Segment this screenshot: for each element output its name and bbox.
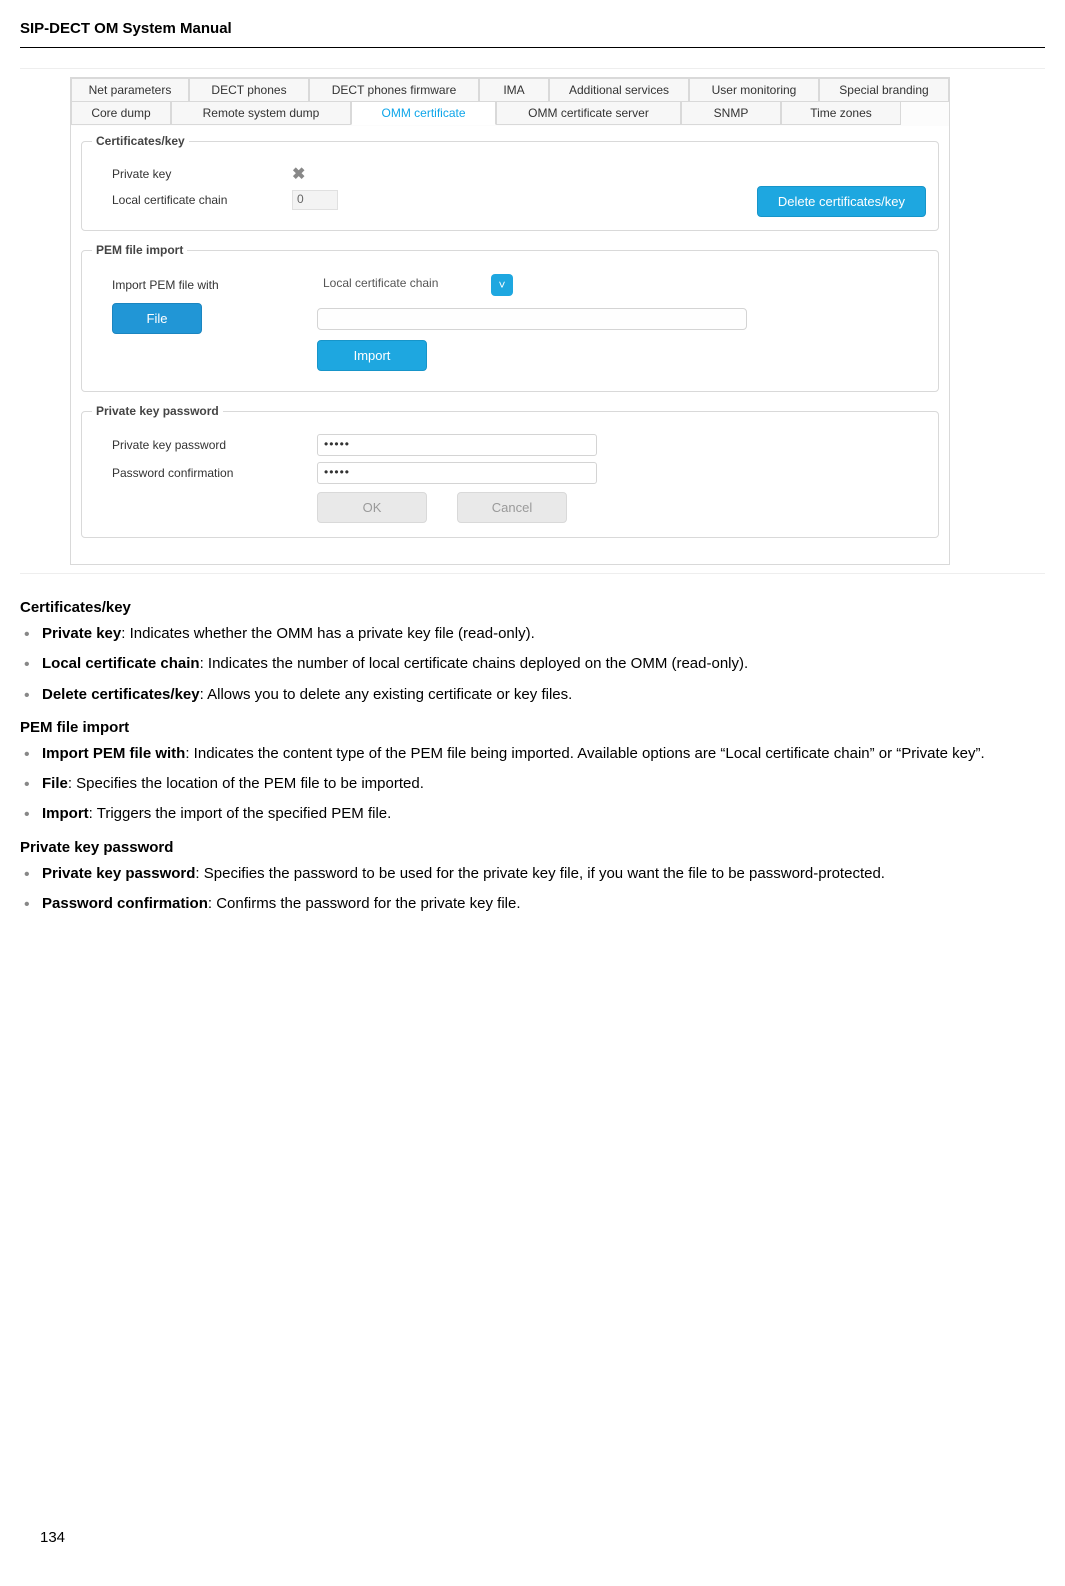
list-item: Import PEM file with: Indicates the cont… [20, 744, 1045, 764]
tab-dect-phones-firmware[interactable]: DECT phones firmware [309, 78, 479, 102]
label-password-confirmation: Password confirmation [92, 466, 317, 480]
list-item: File: Specifies the location of the PEM … [20, 774, 1045, 794]
description: : Specifies the password to be used for … [195, 865, 885, 882]
tab-ima[interactable]: IMA [479, 78, 549, 102]
delete-certificates-key-button[interactable]: Delete certificates/key [757, 186, 926, 217]
local-cert-chain-value: 0 [292, 190, 338, 210]
list-item: Local certificate chain: Indicates the n… [20, 654, 1045, 674]
legend-private-key-password: Private key password [92, 404, 223, 418]
tab-net-parameters[interactable]: Net parameters [71, 78, 189, 102]
password-confirmation-input[interactable]: ••••• [317, 462, 597, 484]
fieldset-certificates-key: Certificates/key Private key ✖ Local cer… [81, 134, 939, 231]
section-heading-private-key-password: Private key password [20, 839, 1045, 856]
section-heading-pem-file-import: PEM file import [20, 719, 1045, 736]
figure-screenshot: Net parametersDECT phonesDECT phones fir… [20, 68, 1045, 574]
description: : Confirms the password for the private … [208, 895, 521, 912]
panel-body: Certificates/key Private key ✖ Local cer… [71, 126, 949, 564]
term: Local certificate chain [42, 655, 200, 672]
tab-user-monitoring[interactable]: User monitoring [689, 78, 819, 102]
description: : Indicates the content type of the PEM … [185, 745, 984, 762]
label-import-pem-with: Import PEM file with [92, 278, 317, 292]
label-local-cert-chain: Local certificate chain [92, 193, 292, 207]
term: Import PEM file with [42, 745, 185, 762]
legend-certificates-key: Certificates/key [92, 134, 189, 148]
chevron-down-icon[interactable]: ˅ [491, 274, 513, 296]
list-pem-file-import: Import PEM file with: Indicates the cont… [20, 744, 1045, 825]
list-item: Private key: Indicates whether the OMM h… [20, 624, 1045, 644]
fieldset-private-key-password: Private key password Private key passwor… [81, 404, 939, 538]
description: : Indicates whether the OMM has a privat… [121, 625, 535, 642]
tab-omm-certificate-server[interactable]: OMM certificate server [496, 101, 681, 125]
tab-row-1: Net parametersDECT phonesDECT phones fir… [71, 78, 949, 102]
section-heading-certificates-key: Certificates/key [20, 599, 1045, 616]
private-key-password-input[interactable]: ••••• [317, 434, 597, 456]
ok-button[interactable]: OK [317, 492, 427, 523]
list-private-key-password: Private key password: Specifies the pass… [20, 864, 1045, 915]
term: Private key [42, 625, 121, 642]
description: : Triggers the import of the specified P… [89, 805, 392, 822]
tab-special-branding[interactable]: Special branding [819, 78, 949, 102]
tab-omm-certificate[interactable]: OMM certificate [351, 101, 496, 125]
tab-additional-services[interactable]: Additional services [549, 78, 689, 102]
label-private-key: Private key [92, 167, 292, 181]
tab-time-zones[interactable]: Time zones [781, 101, 901, 125]
term: Import [42, 805, 89, 822]
tab-snmp[interactable]: SNMP [681, 101, 781, 125]
tab-dect-phones[interactable]: DECT phones [189, 78, 309, 102]
list-item: Delete certificates/key: Allows you to d… [20, 685, 1045, 705]
x-icon: ✖ [292, 164, 305, 184]
tab-row-2: Core dumpRemote system dumpOMM certifica… [71, 101, 949, 125]
import-pem-with-select[interactable]: Local certificate chain ˅ [317, 273, 513, 297]
app-panel: Net parametersDECT phonesDECT phones fir… [70, 77, 950, 565]
description: : Specifies the location of the PEM file… [68, 775, 424, 792]
import-pem-with-value: Local certificate chain [317, 273, 487, 297]
file-path-input[interactable] [317, 308, 747, 330]
list-item: Private key password: Specifies the pass… [20, 864, 1045, 884]
legend-pem-file-import: PEM file import [92, 243, 187, 257]
file-button[interactable]: File [112, 303, 202, 334]
cancel-button[interactable]: Cancel [457, 492, 567, 523]
list-certificates-key: Private key: Indicates whether the OMM h… [20, 624, 1045, 705]
description: : Allows you to delete any existing cert… [200, 686, 573, 703]
label-private-key-password: Private key password [92, 438, 317, 452]
fieldset-pem-file-import: PEM file import Import PEM file with Loc… [81, 243, 939, 392]
term: File [42, 775, 68, 792]
term: Private key password [42, 865, 195, 882]
list-item: Import: Triggers the import of the speci… [20, 804, 1045, 824]
tab-core-dump[interactable]: Core dump [71, 101, 171, 125]
page-number: 134 [40, 1529, 65, 1546]
tab-remote-system-dump[interactable]: Remote system dump [171, 101, 351, 125]
term: Delete certificates/key [42, 686, 200, 703]
import-button[interactable]: Import [317, 340, 427, 371]
doc-header: SIP-DECT OM System Manual [20, 20, 1045, 48]
term: Password confirmation [42, 895, 208, 912]
description: : Indicates the number of local certific… [200, 655, 749, 672]
list-item: Password confirmation: Confirms the pass… [20, 894, 1045, 914]
